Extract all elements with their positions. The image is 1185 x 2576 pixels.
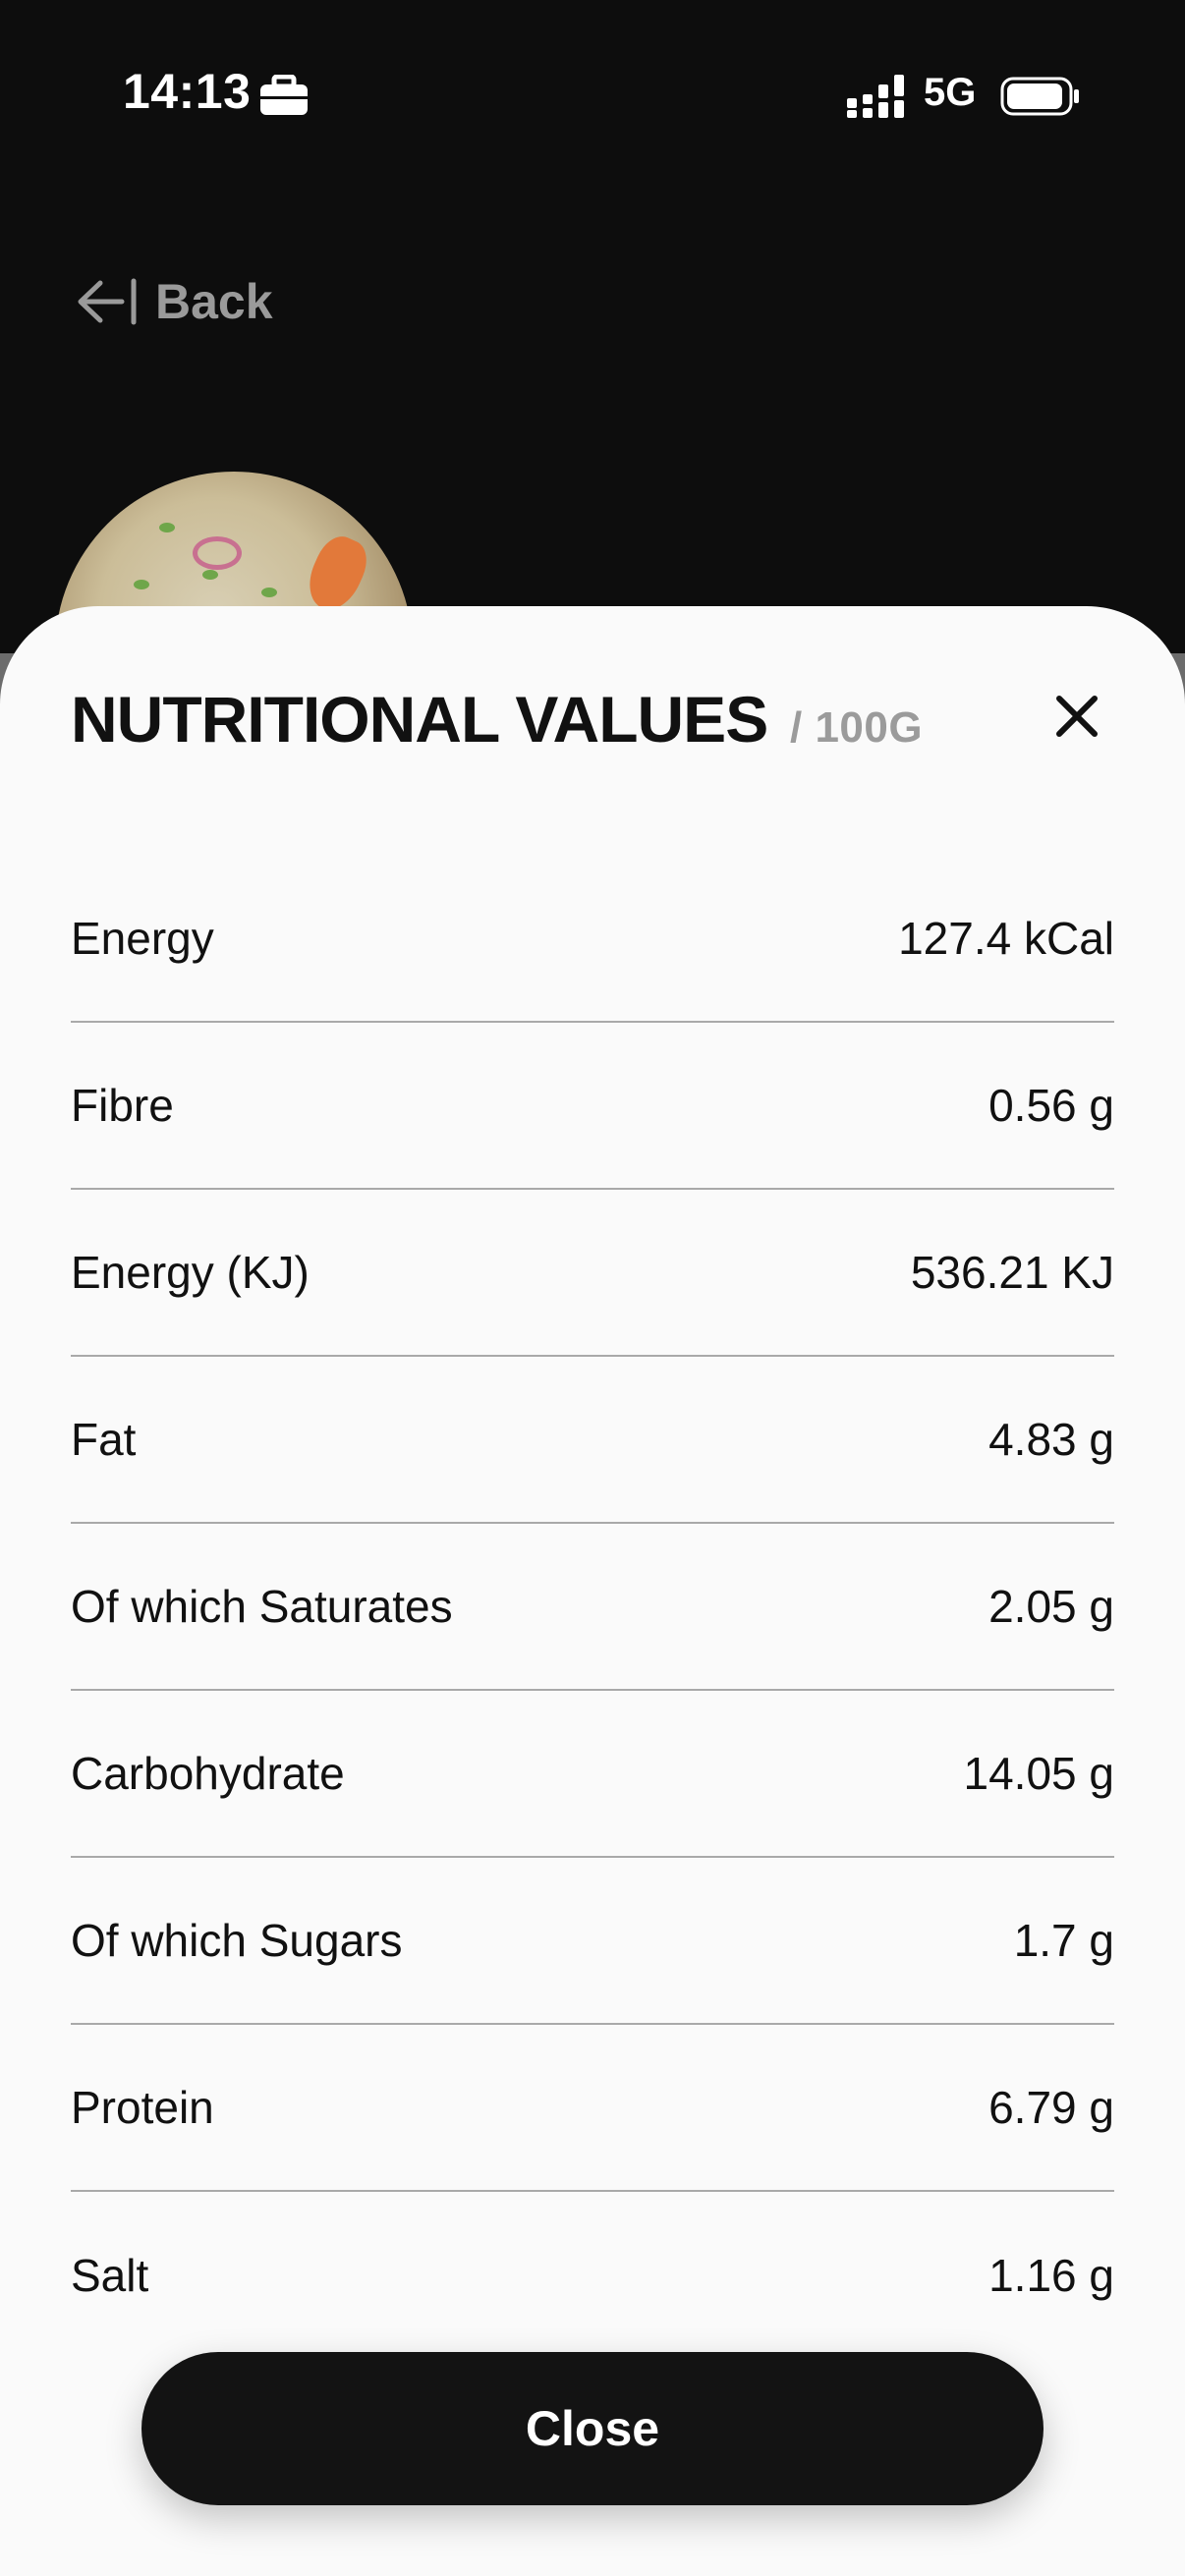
nutrient-label: Carbohydrate [71,1748,345,1799]
nutrition-sheet: NUTRITIONAL VALUES / 100G Energy 127.4 k… [0,606,1185,2576]
nutrient-value: 0.56 g [988,1080,1114,1131]
close-button[interactable]: Close [141,2352,1044,2505]
nutrition-row: Of which Sugars 1.7 g [71,1858,1114,2025]
food-detail [134,580,149,589]
nutrition-list: Energy 127.4 kCal Fibre 0.56 g Energy (K… [71,856,1114,2359]
nutrient-value: 14.05 g [963,1748,1114,1799]
nutrient-label: Energy [71,913,214,964]
battery-icon [1000,77,1079,116]
food-detail [159,523,175,532]
nutrient-value: 1.7 g [1013,1915,1114,1966]
nutrition-row: Fat 4.83 g [71,1357,1114,1524]
sheet-title: NUTRITIONAL VALUES [71,683,768,756]
nutrition-row: Protein 6.79 g [71,2025,1114,2192]
nutrient-label: Fibre [71,1080,174,1131]
status-time: 14:13 [123,64,252,119]
nutrient-label: Of which Sugars [71,1915,403,1966]
nutrient-label: Salt [71,2250,149,2301]
food-detail [261,588,277,597]
nutrient-value: 127.4 kCal [898,913,1114,964]
briefcase-icon [260,75,308,115]
signal-icon [847,75,904,118]
nutrient-value: 4.83 g [988,1414,1114,1465]
nutrition-row: Energy (KJ) 536.21 KJ [71,1190,1114,1357]
back-button[interactable]: Back [73,267,273,336]
nutrition-row: Salt 1.16 g [71,2192,1114,2359]
nutrition-row: Of which Saturates 2.05 g [71,1524,1114,1691]
sheet-unit: / 100G [790,703,924,752]
food-detail [299,530,375,618]
nutrient-label: Fat [71,1414,137,1465]
network-type: 5G [924,71,977,114]
nutrient-value: 1.16 g [988,2250,1114,2301]
food-detail [202,570,218,580]
back-label: Back [155,274,273,329]
close-icon[interactable] [1047,687,1106,746]
sheet-header: NUTRITIONAL VALUES / 100G [71,687,1114,805]
nutrition-row: Carbohydrate 14.05 g [71,1691,1114,1858]
back-arrow-icon [78,278,137,325]
nutrition-row: Energy 127.4 kCal [71,856,1114,1023]
nutrient-value: 6.79 g [988,2082,1114,2133]
nutrition-row: Fibre 0.56 g [71,1023,1114,1190]
nutrient-label: Energy (KJ) [71,1247,310,1298]
nutrient-value: 2.05 g [988,1581,1114,1632]
nutrient-label: Protein [71,2082,214,2133]
status-bar: 14:13 5G [0,0,1185,187]
food-detail [193,536,242,570]
nutrient-label: Of which Saturates [71,1581,453,1632]
nutrient-value: 536.21 KJ [910,1247,1114,1298]
